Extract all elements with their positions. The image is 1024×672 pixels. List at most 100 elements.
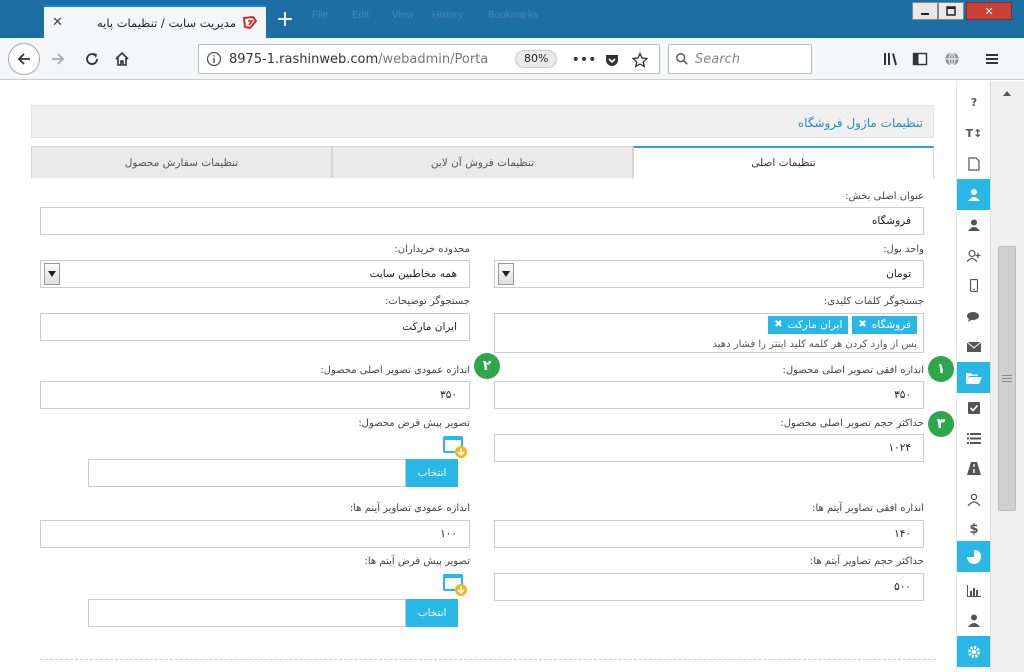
- back-button[interactable]: [8, 43, 40, 75]
- main-image-max-size-label: حداکثر حجم تصویر اصلی محصول:: [780, 418, 924, 429]
- keyword-tags: فروشگاه ✖ ایران مارکت ✖: [501, 316, 917, 334]
- url-text[interactable]: 8975-1.rashinweb.com/webadmin/Porta: [229, 52, 499, 67]
- search-box[interactable]: [668, 44, 812, 74]
- default-item-image-picker: انتخاب: [88, 599, 458, 627]
- tab-title: مدیریت سایت / تنظیمات پایه: [97, 15, 236, 30]
- home-button[interactable]: [110, 47, 134, 71]
- choose-item-image-button[interactable]: انتخاب: [406, 599, 458, 627]
- currency-label: واحد پول:: [883, 244, 924, 255]
- item-image-height-input[interactable]: ۱۰۰: [40, 520, 470, 548]
- main-image-max-size-input[interactable]: ۱۰۲۴: [494, 434, 924, 462]
- globe-icon[interactable]: [940, 47, 964, 71]
- main-image-height-input[interactable]: ۳۵۰: [40, 381, 470, 409]
- reload-icon: [86, 53, 98, 65]
- browser-navbar: 8975-1.rashinweb.com/webadmin/Porta 80% …: [0, 38, 1024, 80]
- keyword-tag: ایران مارکت ✖: [768, 316, 849, 334]
- keyword-tag: فروشگاه ✖: [852, 316, 917, 334]
- envelope-icon[interactable]: [957, 331, 991, 362]
- search-icon: [676, 53, 688, 65]
- keywords-label: جستجوگر کلمات کلیدی:: [823, 296, 924, 307]
- page-content: تنظیمات ماژول فروشگاه تنظیمات اصلی تنظیم…: [0, 81, 956, 672]
- page-scrollbar[interactable]: [990, 81, 1024, 672]
- list-icon[interactable]: [957, 423, 991, 454]
- section-title-input[interactable]: فروشگاه: [40, 207, 924, 235]
- tag-remove-icon[interactable]: ✖: [774, 316, 782, 334]
- settings-tabs: تنظیمات اصلی تنظیمات فروش آن لاین تنظیما…: [31, 146, 934, 179]
- mobile-icon[interactable]: [957, 270, 991, 301]
- users-icon[interactable]: [957, 179, 991, 210]
- item-image-height-label: اندازه عمودی تصاویر آیتم ها:: [349, 503, 470, 514]
- bar-chart-icon[interactable]: [957, 575, 991, 606]
- default-item-image-label: تصویر پیش فرض آیتم ها:: [364, 556, 471, 567]
- tag-remove-icon[interactable]: ✖: [858, 316, 866, 334]
- scroll-up-icon[interactable]: [999, 85, 1015, 101]
- new-tab-button[interactable]: +: [272, 9, 298, 33]
- buyers-scope-select[interactable]: همه مخاطبین سایت: [40, 260, 470, 288]
- image-placeholder-icon: [443, 436, 467, 458]
- file-icon[interactable]: [957, 148, 991, 179]
- bookmark-star-icon[interactable]: [631, 51, 649, 69]
- info-icon[interactable]: [205, 50, 223, 68]
- admin-icon-sidebar: ? T↕ $: [956, 81, 991, 672]
- description-search-label: جستجوگر توضیحات:: [385, 296, 470, 307]
- main-image-width-input[interactable]: ۳۵۰: [494, 381, 924, 409]
- pie-chart-icon[interactable]: [957, 541, 991, 572]
- group-icon[interactable]: [957, 484, 991, 515]
- browser-tabstrip: File Edit View History Bookmarks مدیریت …: [0, 0, 1024, 38]
- user-icon[interactable]: [957, 209, 991, 240]
- home-icon: [115, 51, 129, 66]
- keywords-tag-input[interactable]: فروشگاه ✖ ایران مارکت ✖ پس از وارد کردن هر…: [494, 313, 924, 353]
- scroll-grip-icon: [1002, 375, 1012, 382]
- user-tie-icon[interactable]: [957, 605, 991, 636]
- browser-tab[interactable]: مدیریت سایت / تنظیمات پایه ✕: [44, 5, 266, 38]
- currency-value: تومان: [886, 268, 911, 280]
- comments-icon[interactable]: [957, 301, 991, 332]
- main-image-height-label: اندازه عمودی تصویر اصلی محصول:: [320, 365, 470, 376]
- default-product-image-picker: انتخاب: [88, 459, 458, 487]
- step-badge-2: ۲: [474, 353, 500, 379]
- section-title-label: عنوان اصلی بخش:: [845, 191, 924, 202]
- arrow-left-icon: [17, 53, 30, 65]
- tab-close-icon[interactable]: ✕: [52, 15, 63, 30]
- default-item-image-path[interactable]: [88, 599, 406, 627]
- chevron-down-icon[interactable]: [44, 263, 60, 285]
- folder-open-icon[interactable]: [957, 362, 991, 393]
- window-minimize-button[interactable]: [912, 2, 938, 20]
- step-badge-3: ۳: [928, 411, 954, 437]
- currency-select[interactable]: تومان: [494, 260, 924, 288]
- library-icon[interactable]: [880, 47, 904, 71]
- item-image-width-input[interactable]: ۱۴۰: [494, 520, 924, 548]
- help-icon[interactable]: ?: [957, 87, 991, 118]
- page-header: تنظیمات ماژول فروشگاه: [31, 105, 934, 138]
- menu-icon[interactable]: [980, 47, 1004, 71]
- gear-icon[interactable]: [957, 636, 991, 667]
- arrow-right-icon: [52, 53, 65, 65]
- pocket-icon[interactable]: [603, 51, 621, 69]
- step-badge-1: ۱: [928, 356, 954, 382]
- description-search-input[interactable]: ایران مارکت: [40, 313, 470, 341]
- window-close-button[interactable]: ✕: [966, 2, 1012, 20]
- sidebar-toggle-icon[interactable]: [908, 47, 932, 71]
- tab-online-sales-settings[interactable]: تنظیمات فروش آن لاین: [332, 146, 633, 178]
- tab-order-settings[interactable]: تنظیمات سفارش محصول: [31, 146, 332, 178]
- text-size-icon[interactable]: T↕: [957, 118, 991, 149]
- zoom-indicator[interactable]: 80%: [515, 50, 558, 68]
- tab-main-settings[interactable]: تنظیمات اصلی: [633, 146, 934, 179]
- choose-product-image-button[interactable]: انتخاب: [406, 459, 458, 487]
- chevron-down-icon[interactable]: [498, 263, 514, 285]
- road-icon[interactable]: [957, 453, 991, 484]
- default-product-image-path[interactable]: [88, 459, 406, 487]
- item-image-max-size-label: حداکثر حجم تصاویر آیتم ها:: [809, 556, 924, 567]
- url-bar[interactable]: 8975-1.rashinweb.com/webadmin/Porta 80% …: [198, 44, 660, 74]
- buyers-scope-value: همه مخاطبین سایت: [369, 268, 457, 280]
- window-maximize-button[interactable]: [938, 2, 964, 20]
- forward-button[interactable]: [46, 47, 70, 71]
- scrollbar-thumb[interactable]: [998, 246, 1016, 511]
- main-image-width-label: اندازه افقی تصویر اصلی محصول:: [782, 365, 924, 376]
- search-input[interactable]: [695, 51, 805, 67]
- item-image-max-size-input[interactable]: ۵۰۰: [494, 573, 924, 601]
- more-actions-icon[interactable]: •••: [572, 51, 597, 69]
- reload-button[interactable]: [80, 47, 104, 71]
- checkbox-icon[interactable]: [957, 392, 991, 423]
- user-add-icon[interactable]: [957, 240, 991, 271]
